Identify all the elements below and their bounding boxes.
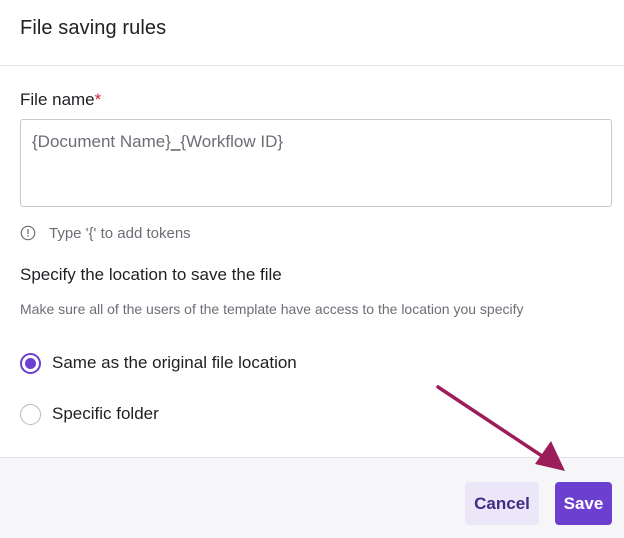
file-name-label: File name*: [20, 90, 101, 110]
document-name-token[interactable]: {Document Name}: [32, 132, 171, 151]
workflow-id-token[interactable]: {Workflow ID}: [180, 132, 283, 151]
radio-label-specific-folder[interactable]: Specific folder: [52, 404, 159, 424]
tokens-hint: Type '{' to add tokens: [20, 222, 191, 244]
info-circle-icon: [20, 225, 36, 241]
file-name-input-value[interactable]: {Document Name}_{Workflow ID}: [32, 132, 283, 152]
location-section-title: Specify the location to save the file: [20, 265, 282, 284]
dialog-header: File saving rules: [0, 0, 624, 66]
radio-label-original-location[interactable]: Same as the original file location: [52, 353, 297, 373]
required-marker: *: [94, 90, 102, 109]
tokens-hint-text: Type '{' to add tokens: [49, 224, 191, 242]
radio-button-checked[interactable]: [20, 352, 41, 374]
file-name-input[interactable]: {Document Name}_{Workflow ID}: [20, 119, 612, 207]
radio-option-specific-folder[interactable]: Specific folder: [20, 402, 159, 426]
cancel-button[interactable]: Cancel: [465, 482, 539, 525]
save-button[interactable]: Save: [555, 482, 612, 525]
radio-option-original-location[interactable]: Same as the original file location: [20, 351, 297, 375]
radio-selected-dot: [25, 357, 36, 369]
radio-button-unchecked[interactable]: [20, 403, 41, 425]
location-section-description: Make sure all of the users of the templa…: [20, 301, 524, 317]
file-name-label-text: File name: [20, 90, 95, 109]
token-separator[interactable]: _: [171, 132, 180, 151]
dialog-title: File saving rules: [20, 17, 167, 39]
